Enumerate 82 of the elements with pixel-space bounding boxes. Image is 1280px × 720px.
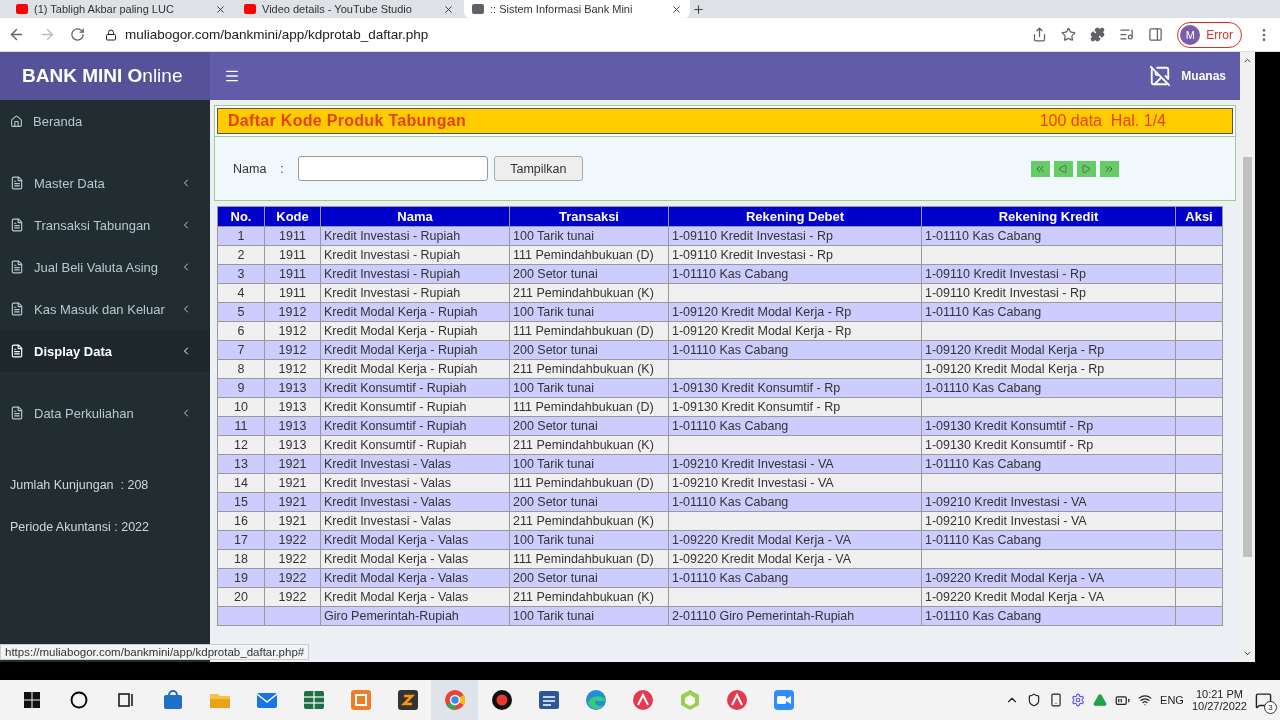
sidebar-item[interactable]: Master Data [0, 162, 210, 204]
sidebar-item[interactable]: Data Perkuliahan [0, 392, 210, 434]
video-camera-icon[interactable] [771, 688, 796, 712]
first-page-button[interactable] [1030, 160, 1050, 177]
column-header[interactable]: Rekening Debet [668, 206, 922, 227]
back-icon[interactable] [8, 26, 25, 43]
scroll-down-icon[interactable] [1243, 649, 1252, 658]
home-icon [10, 114, 23, 128]
filter-colon: : [280, 161, 284, 176]
close-icon[interactable] [443, 3, 454, 15]
media-icon[interactable] [1119, 27, 1135, 42]
column-header[interactable]: No. [217, 206, 265, 227]
document-icon [10, 260, 24, 274]
user-name[interactable]: Muanas [1181, 69, 1226, 83]
browser-tab[interactable]: :: Sistem Informasi Bank Mini [464, 0, 690, 18]
edge-browser-icon[interactable] [583, 688, 608, 712]
peak-circle-app-icon[interactable] [630, 688, 655, 712]
language-indicator[interactable]: ENG [1160, 694, 1184, 706]
sidebar-item[interactable]: Kas Masuk dan Keluar [0, 288, 210, 330]
name-input-field[interactable] [297, 156, 488, 181]
document-icon [10, 176, 24, 190]
column-header[interactable]: Rekening Kredit [921, 206, 1176, 227]
browser-tab[interactable]: Video details - YouTube Studio [236, 0, 462, 18]
document-icon [10, 344, 24, 358]
browser-icon[interactable] [442, 688, 467, 712]
share-icon[interactable] [1032, 27, 1048, 42]
gear-icon[interactable] [1071, 693, 1086, 707]
column-header[interactable]: Kode [264, 206, 321, 227]
show-button[interactable]: Tampilkan [493, 156, 583, 181]
sidebar-item[interactable]: Jual Beli Valuta Asing [0, 246, 210, 288]
browser-tab[interactable]: (1) Tabligh Akbar paling LUC [8, 0, 234, 18]
document-icon [10, 406, 24, 420]
document-app-icon[interactable] [536, 688, 561, 712]
sidebar-item[interactable]: Transaksi Tabungan [0, 204, 210, 246]
sidebar-item[interactable]: Beranda [0, 100, 210, 142]
triangle-right-icon [1081, 163, 1092, 174]
last-page-button[interactable] [1099, 160, 1119, 177]
close-icon[interactable] [215, 3, 226, 15]
site-icon [244, 4, 256, 14]
broken-image-icon [1149, 65, 1172, 87]
page-title: Daftar Kode Produk Tabungan [228, 112, 467, 130]
sidebar-item[interactable]: Display Data [0, 330, 210, 372]
record-icon[interactable] [489, 688, 514, 712]
peak-circle-app-icon[interactable] [724, 688, 749, 712]
shield-icon[interactable] [1027, 693, 1042, 707]
previous-page-button[interactable] [1053, 160, 1073, 177]
menu-icon[interactable] [224, 68, 240, 84]
close-icon[interactable] [671, 3, 682, 15]
device-icon[interactable] [1049, 693, 1064, 707]
column-header[interactable]: Nama [320, 206, 510, 227]
side-panel-icon[interactable] [1148, 27, 1164, 42]
filter-label: Nama [233, 161, 267, 176]
column-header[interactable]: Aksi [1175, 206, 1223, 227]
clock[interactable]: 10:21 PM 10/27/2022 [1191, 688, 1247, 712]
reload-icon[interactable] [70, 27, 85, 42]
status-url: https://muliabogor.com/bankmini/app/kdprotab_daftar.php# [0, 644, 310, 660]
site-icon [16, 4, 28, 14]
lock-icon [105, 28, 117, 41]
app-logo[interactable]: BANK MINI Online [0, 52, 210, 100]
triangle-left-icon [1058, 163, 1069, 174]
page-summary: 100 data Hal. 1/4 [1039, 112, 1166, 130]
site-icon [472, 4, 484, 14]
document-icon [10, 218, 24, 232]
notification-count: 3 [1264, 700, 1277, 714]
search-icon[interactable] [69, 691, 88, 709]
spreadsheet-icon[interactable] [301, 688, 326, 712]
column-header[interactable]: Transaksi [509, 206, 669, 227]
address-field[interactable]: muliabogor.com/bankmini/app/kdprotab_daftar.php [99, 21, 1019, 48]
document-icon [10, 302, 24, 316]
wifi-icon[interactable] [1138, 693, 1153, 707]
bookmark-star-icon[interactable] [1061, 27, 1077, 42]
next-page-button[interactable] [1076, 160, 1096, 177]
notification-icon[interactable] [1255, 691, 1272, 709]
sidebar-info: Periode Akuntansi : 2022 [9, 520, 150, 534]
scroll-up-icon[interactable] [1243, 56, 1252, 65]
editor-app-icon[interactable] [395, 688, 420, 712]
triangle-icon[interactable] [1093, 693, 1108, 707]
new-tab-icon[interactable] [692, 2, 705, 16]
sidebar-info: Jumlah Kunjungan : 208 [9, 478, 150, 492]
server-app-icon[interactable] [348, 688, 373, 712]
extensions-icon[interactable] [1090, 27, 1106, 42]
scrollbar-thumb[interactable] [1243, 157, 1252, 557]
